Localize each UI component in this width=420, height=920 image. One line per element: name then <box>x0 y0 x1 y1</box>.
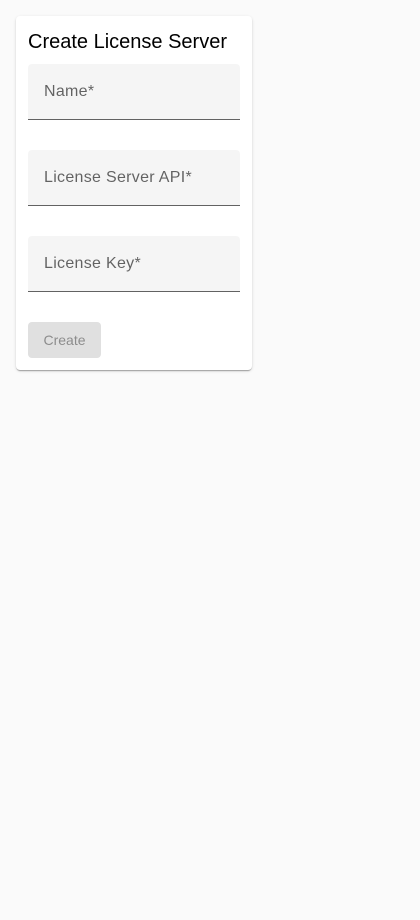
create-button[interactable]: Create <box>28 322 101 358</box>
create-license-server-card: Create License Server Name* License Serv… <box>16 16 252 370</box>
license-key-field[interactable]: License Key* <box>28 236 240 292</box>
license-server-api-field[interactable]: License Server API* <box>28 150 240 206</box>
license-server-api-input[interactable] <box>28 150 240 205</box>
name-field[interactable]: Name* <box>28 64 240 120</box>
card-title: Create License Server <box>28 31 227 53</box>
page: Create License Server Name* License Serv… <box>0 0 420 920</box>
name-input[interactable] <box>28 64 240 119</box>
license-key-input[interactable] <box>28 236 240 291</box>
